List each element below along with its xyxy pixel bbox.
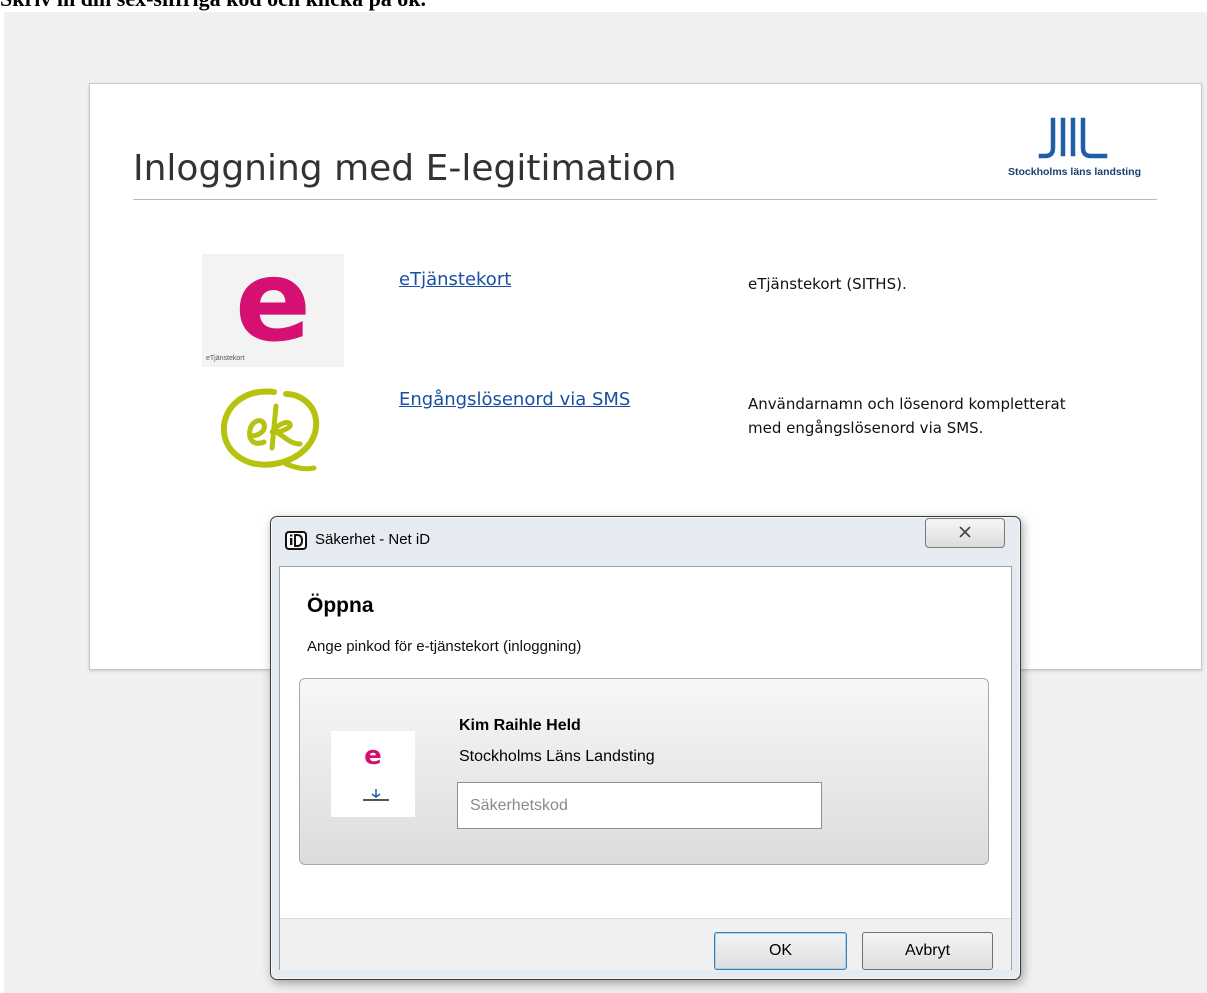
sll-logo-icon — [1038, 117, 1108, 159]
etjanstekort-card-thumbnail: e — [331, 731, 415, 817]
cardholder-name: Kim Raihle Held — [459, 717, 581, 734]
etjanstekort-link[interactable]: eTjänstekort — [399, 269, 511, 290]
card-emblem-icon — [363, 789, 389, 801]
dialog-heading: Öppna — [307, 594, 374, 617]
dialog-body: Öppna Ange pinkod för e-tjänstekort (inl… — [279, 566, 1012, 970]
etjanstekort-icon-caption: eTjänstekort — [206, 355, 245, 362]
title-divider — [133, 199, 1157, 200]
dialog-subtitle: Ange pinkod för e-tjänstekort (inloggnin… — [307, 638, 582, 655]
sms-otp-description: Användarnamn och lösenord kompletterat m… — [748, 395, 1066, 437]
dialog-close-button[interactable] — [925, 518, 1005, 548]
page-title: Inloggning med E-legitimation — [133, 148, 677, 189]
etjanstekort-description: eTjänstekort (SITHS). — [748, 275, 907, 293]
dialog-footer: OK Avbryt — [280, 918, 1011, 970]
netid-dialog: Säkerhet - Net iD Öppna Ange pinkod för … — [270, 516, 1021, 980]
sll-logo-caption: Stockholms läns landsting — [1007, 166, 1142, 178]
etjanstekort-icon: e eTjänstekort — [202, 237, 344, 367]
dialog-title: Säkerhet - Net iD — [315, 531, 431, 548]
ok-button[interactable]: OK — [714, 932, 847, 970]
ek-logo-icon — [216, 384, 328, 476]
sll-logo: Stockholms läns landsting — [987, 110, 1162, 180]
card-e-logo-icon: e — [364, 741, 382, 771]
security-code-input[interactable] — [457, 782, 822, 829]
sms-otp-link[interactable]: Engångslösenord via SMS — [399, 389, 630, 410]
close-icon — [959, 525, 971, 538]
cancel-button[interactable]: Avbryt — [862, 932, 993, 970]
cardholder-organization: Stockholms Läns Landsting — [459, 748, 655, 765]
card-panel: e Kim Raihle Held Stockholms Läns Landst… — [299, 678, 989, 865]
etjanstekort-e-glyph: e — [235, 237, 311, 367]
netid-app-icon — [285, 531, 307, 550]
instruction-text: Skriv in din sex-siffriga kod och klicka… — [0, 0, 1207, 11]
